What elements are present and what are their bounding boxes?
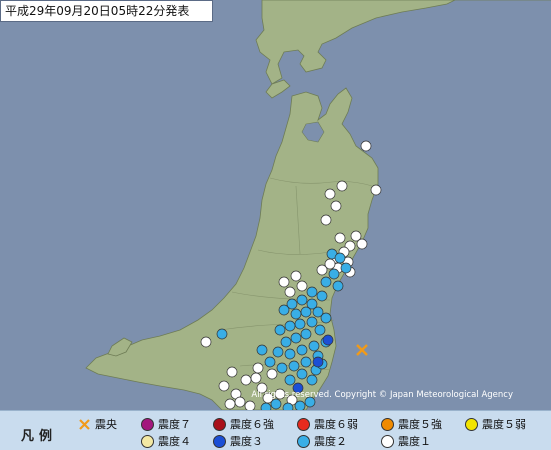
station-dot xyxy=(234,396,246,408)
issue-time-title: 平成29年09月20日05時22分発表 xyxy=(0,0,213,22)
legend-label: 震度２ xyxy=(314,435,347,448)
legend-item-intensity-7: 震度７ xyxy=(141,416,191,432)
station-dot xyxy=(290,270,302,282)
station-dot xyxy=(280,336,292,348)
legend-label: 震央 xyxy=(95,418,117,431)
earthquake-map: 平成29年09月20日05時22分発表 All rights reserved.… xyxy=(0,0,551,450)
station-dot xyxy=(300,306,312,318)
station-dot xyxy=(328,268,340,280)
station-dot xyxy=(278,276,290,288)
station-dot xyxy=(300,328,312,340)
station-dot xyxy=(334,252,346,264)
legend-label: 震度７ xyxy=(158,418,191,431)
legend-label: 震度３ xyxy=(230,435,263,448)
station-dot xyxy=(330,200,342,212)
station-dot xyxy=(276,362,288,374)
map-canvas xyxy=(85,0,551,414)
station-dot xyxy=(370,184,382,196)
station-dot xyxy=(320,214,332,226)
station-dot xyxy=(250,372,262,384)
station-dot xyxy=(288,360,300,372)
station-dot xyxy=(278,304,290,316)
station-dot xyxy=(272,346,284,358)
station-dot xyxy=(200,336,212,348)
station-dot xyxy=(252,362,264,374)
legend-title: 凡例 xyxy=(21,429,58,444)
legend-label: 震度１ xyxy=(398,435,431,448)
station-dot xyxy=(284,320,296,332)
epicenter-marker xyxy=(356,344,368,356)
legend-label: 震度６強 xyxy=(230,418,274,431)
station-dot xyxy=(308,340,320,352)
station-dot xyxy=(314,324,326,336)
station-dot xyxy=(324,188,336,200)
station-dot xyxy=(306,316,318,328)
circle-icon xyxy=(381,434,394,448)
station-dot xyxy=(284,286,296,298)
station-dot xyxy=(270,398,282,410)
circle-icon xyxy=(141,434,154,448)
legend-item-intensity-4: 震度４ xyxy=(141,433,191,449)
legend-panel: 凡例 震央 震度７ 震度６強 震度６弱 震度５強 震度５弱 震度４ 震度３ 震度… xyxy=(0,410,551,450)
station-dot xyxy=(264,356,276,368)
legend-item-intensity-5-lower: 震度５弱 xyxy=(465,416,526,432)
station-dot xyxy=(340,262,352,274)
hokkaido-peninsula xyxy=(265,79,291,99)
circle-icon xyxy=(213,434,226,448)
station-dot xyxy=(266,368,278,380)
station-dot xyxy=(320,312,332,324)
station-dot xyxy=(296,294,308,306)
legend-label: 震度５弱 xyxy=(482,418,526,431)
station-dot xyxy=(316,264,328,276)
station-dot xyxy=(332,280,344,292)
legend-item-intensity-5-upper: 震度５強 xyxy=(381,416,442,432)
legend-item-intensity-1: 震度１ xyxy=(381,433,431,449)
station-dot xyxy=(290,332,302,344)
station-dot xyxy=(290,308,302,320)
station-dot xyxy=(294,318,306,330)
legend-item-intensity-2: 震度２ xyxy=(297,433,347,449)
honshu-landmass xyxy=(85,87,379,411)
station-dot xyxy=(322,334,334,346)
station-dot xyxy=(306,374,318,386)
station-dot xyxy=(218,380,230,392)
x-mark-icon xyxy=(79,418,90,430)
station-dot xyxy=(356,238,368,250)
circle-icon xyxy=(297,434,310,448)
station-dot xyxy=(274,324,286,336)
station-dot xyxy=(316,290,328,302)
legend-item-epicenter: 震央 xyxy=(78,416,117,432)
station-dot xyxy=(306,286,318,298)
station-dot xyxy=(296,368,308,380)
legend-label: 震度５強 xyxy=(398,418,442,431)
station-dot xyxy=(226,366,238,378)
legend-item-intensity-6-upper: 震度６強 xyxy=(213,416,274,432)
station-dot xyxy=(284,374,296,386)
station-dot xyxy=(224,398,236,410)
circle-icon xyxy=(141,417,154,431)
circle-icon xyxy=(465,417,478,431)
station-dot xyxy=(312,356,324,368)
station-dot xyxy=(256,344,268,356)
station-dot xyxy=(320,276,332,288)
station-dot xyxy=(336,180,348,192)
station-dot xyxy=(300,356,312,368)
station-dot xyxy=(240,374,252,386)
circle-icon xyxy=(213,417,226,431)
station-dot xyxy=(296,344,308,356)
copyright-notice: All rights reserved. Copyright © Japan M… xyxy=(251,390,513,400)
circle-icon xyxy=(297,417,310,431)
legend-label: 震度６弱 xyxy=(314,418,358,431)
station-dot xyxy=(296,280,308,292)
circle-icon xyxy=(381,417,394,431)
station-dot xyxy=(284,348,296,360)
station-dot xyxy=(334,232,346,244)
legend-item-intensity-6-lower: 震度６弱 xyxy=(297,416,358,432)
station-dot xyxy=(216,328,228,340)
station-dot xyxy=(360,140,372,152)
hokkaido-landmass xyxy=(255,0,551,85)
legend-label: 震度４ xyxy=(158,435,191,448)
legend-item-intensity-3: 震度３ xyxy=(213,433,263,449)
